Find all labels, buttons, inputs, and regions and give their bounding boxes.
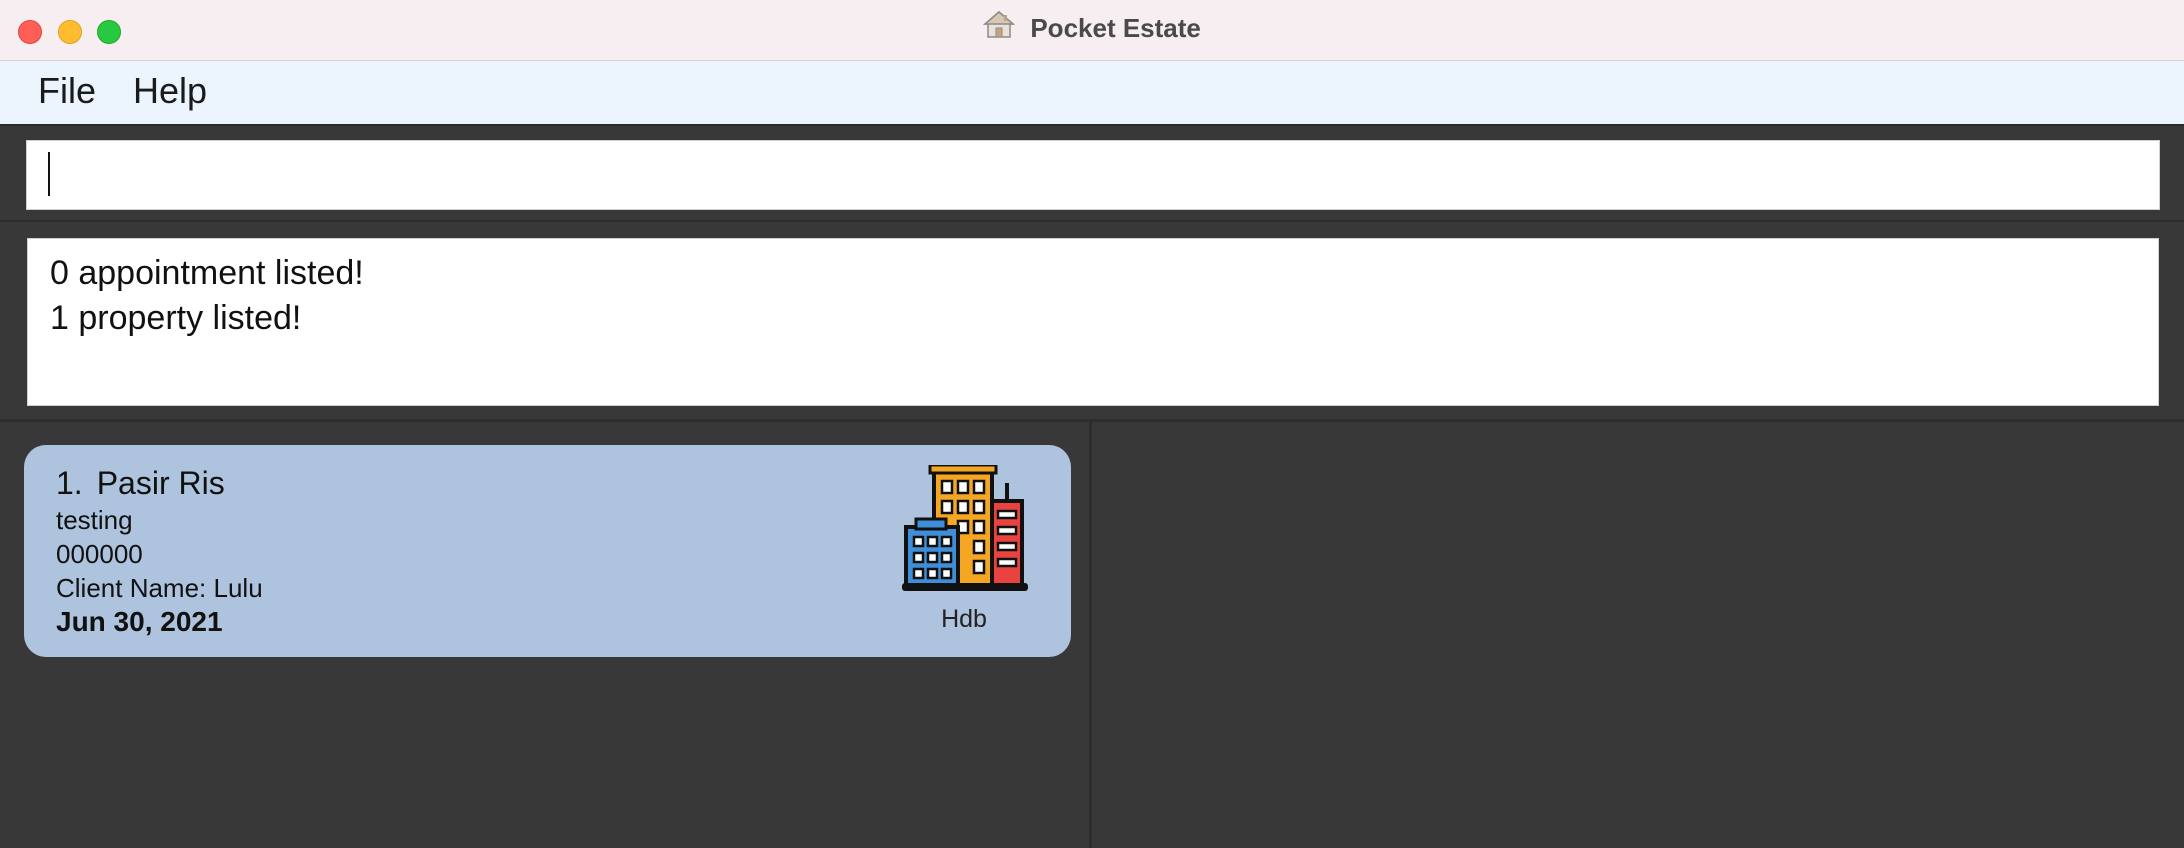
property-type-label: Hdb [941,605,987,633]
title-bar: Pocket Estate [0,0,2184,61]
window-title-group: Pocket Estate [0,10,2184,46]
menu-file[interactable]: File [38,70,96,112]
property-list-panel[interactable]: 1. Pasir Ris testing 000000 Client Name: … [0,422,1092,848]
property-card-title: 1. Pasir Ris [56,465,225,502]
property-card[interactable]: 1. Pasir Ris testing 000000 Client Name: … [24,445,1071,657]
command-box-area [0,126,2184,222]
result-line: 1 property listed! [50,299,302,337]
command-input[interactable] [26,140,2160,210]
result-line: 0 appointment listed! [50,254,364,292]
property-client-name: Client Name: Lulu [56,573,263,603]
property-deadline: Jun 30, 2021 [56,606,223,637]
result-display: 0 appointment listed! 1 property listed! [27,238,2159,406]
result-display-area: 0 appointment listed! 1 property listed! [0,222,2184,422]
property-index: 1. [56,465,83,501]
house-icon [983,9,1016,46]
property-description: testing [56,505,133,535]
text-caret [48,152,50,196]
window-title: Pocket Estate [1030,13,1201,43]
menu-help[interactable]: Help [133,70,207,112]
appointment-list-panel[interactable] [1092,422,2184,848]
menu-bar: File Help [0,61,2184,126]
property-postal-code: 000000 [56,539,143,569]
property-name: Pasir Ris [96,465,225,501]
hdb-building-icon [902,463,1028,595]
app-window: Pocket Estate File Help 0 appointment li… [0,0,2184,848]
